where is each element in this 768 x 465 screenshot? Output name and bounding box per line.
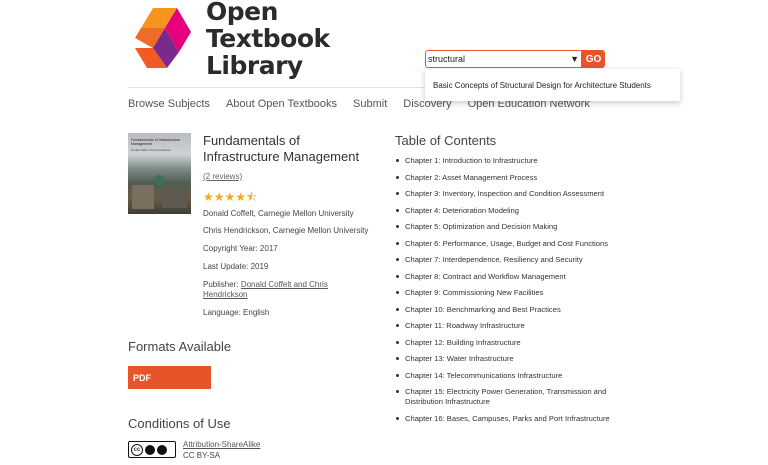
last-update: Last Update: 2019: [203, 262, 269, 271]
publisher: Publisher: Donald Coffelt and Chris Hend…: [203, 280, 373, 300]
dropdown-caret-icon[interactable]: ▼: [570, 54, 579, 64]
toc-item: Chapter 11: Roadway Infrastructure: [395, 321, 645, 331]
toc-item: Chapter 5: Optimization and Decision Mak…: [395, 222, 645, 232]
search-input[interactable]: structural ▼: [425, 50, 582, 68]
toc-heading: Table of Contents: [395, 133, 497, 148]
nav-submit[interactable]: Submit: [353, 98, 387, 110]
logo-text-line2: Library: [206, 50, 303, 80]
toc-item: Chapter 3: Inventory, Inspection and Con…: [395, 189, 645, 199]
toc-item: Chapter 4: Deterioration Modeling: [395, 206, 645, 216]
toc-item: Chapter 16: Bases, Campuses, Parks and P…: [395, 414, 645, 424]
cc-badge: cc: [131, 443, 143, 456]
cover-title: Fundamentals of Infrastructure Managemen…: [131, 138, 180, 146]
cover-building: [132, 185, 154, 209]
license-link[interactable]: Attribution-ShareAlike: [183, 440, 260, 449]
nav-about-open-textbooks[interactable]: About Open Textbooks: [226, 98, 337, 110]
cc-license-icon[interactable]: cc: [128, 441, 176, 458]
search-input-value: structural: [428, 54, 466, 64]
logo-text: Open Textbook Library: [206, 0, 383, 79]
author-1: Donald Coffelt, Carnegie Mellon Universi…: [203, 209, 354, 218]
nav-browse-subjects[interactable]: Browse Subjects: [128, 98, 210, 110]
book-title: Fundamentals of Infrastructure Managemen…: [203, 133, 360, 164]
by-icon: [145, 444, 155, 455]
cover-subtitle: Donald Coffelt / Chris Hendrickson: [131, 149, 171, 152]
toc-item: Chapter 13: Water Infrastructure: [395, 354, 645, 364]
pdf-button[interactable]: PDF: [128, 366, 211, 389]
language: Language: English: [203, 308, 270, 317]
formats-heading: Formats Available: [128, 339, 232, 354]
reviews-link[interactable]: (2 reviews): [203, 172, 242, 181]
toc-item: Chapter 8: Contract and Workflow Managem…: [395, 272, 645, 282]
toc-item: Chapter 14: Telecommunications Infrastru…: [395, 371, 645, 381]
toc-item: Chapter 1: Introduction to Infrastructur…: [395, 156, 645, 166]
toc-item: Chapter 6: Performance, Usage, Budget an…: [395, 239, 645, 249]
toc-item: Chapter 7: Interdependence, Resiliency a…: [395, 255, 645, 265]
site-logo[interactable]: Open Textbook Library: [133, 0, 383, 79]
cover-dome: [155, 175, 164, 185]
toc-item: Chapter 9: Commissioning New Facilities: [395, 288, 645, 298]
publisher-label: Publisher:: [203, 280, 239, 289]
toc-item: Chapter 2: Asset Management Process: [395, 173, 645, 183]
go-button[interactable]: GO: [582, 50, 605, 68]
sa-icon: [157, 444, 167, 455]
star-rating-icon: ★★★★⯪: [203, 190, 258, 204]
logo-text-line1: Open Textbook: [206, 0, 330, 53]
toc-list: Chapter 1: Introduction to Infrastructur…: [395, 156, 645, 430]
search-bar: structural ▼ GO: [425, 50, 605, 68]
search-suggestion[interactable]: Basic Concepts of Structural Design for …: [425, 69, 680, 101]
cover-building: [162, 188, 187, 208]
toc-item: Chapter 10: Benchmarking and Best Practi…: [395, 305, 645, 315]
open-textbook-library-logo-icon: [135, 8, 191, 68]
book-cover-image[interactable]: Fundamentals of Infrastructure Managemen…: [128, 133, 191, 214]
toc-item: Chapter 12: Building Infrastructure: [395, 338, 645, 348]
copyright-year: Copyright Year: 2017: [203, 244, 278, 253]
author-2: Chris Hendrickson, Carnegie Mellon Unive…: [203, 226, 369, 235]
license-short: CC BY-SA: [183, 451, 221, 460]
toc-item: Chapter 15: Electricity Power Generation…: [395, 387, 645, 407]
conditions-heading: Conditions of Use: [128, 416, 231, 431]
